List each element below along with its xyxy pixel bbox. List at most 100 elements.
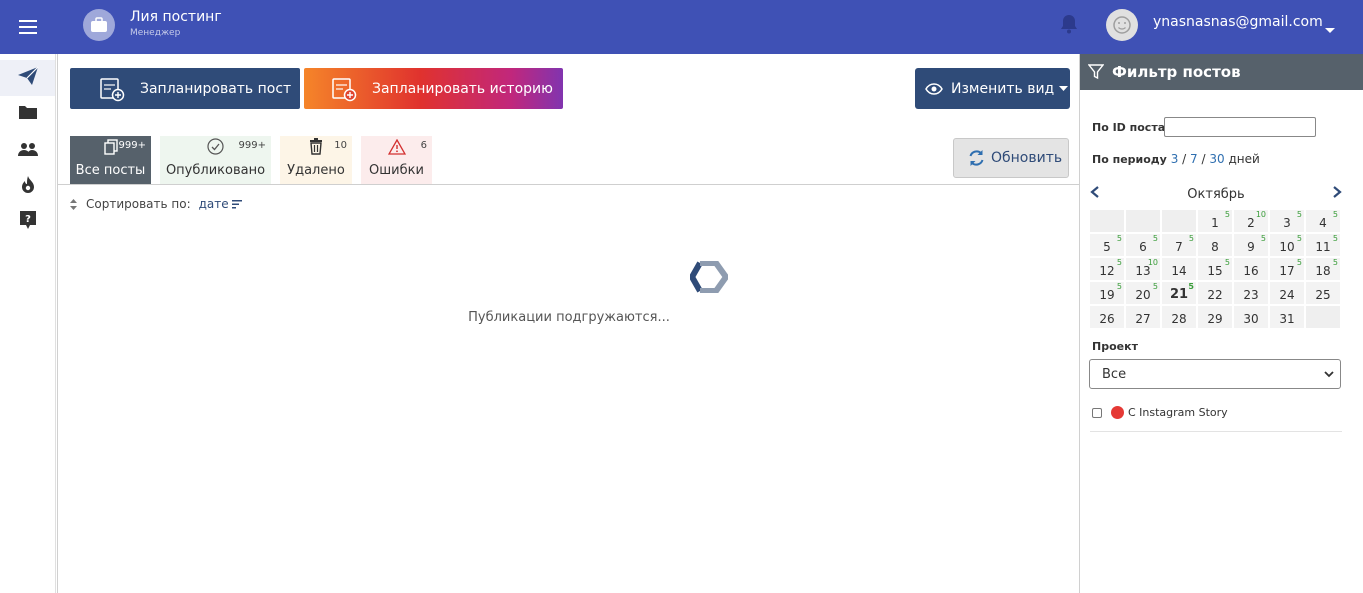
calendar-day[interactable]: 13 10 [1126, 258, 1160, 280]
calendar-day-number: 14 [1171, 264, 1187, 278]
calendar-day-number: 18 [1315, 264, 1331, 278]
calendar-day[interactable]: 30 [1234, 306, 1268, 328]
calendar-day[interactable]: 22 [1198, 282, 1232, 304]
calendar-day[interactable]: 12 5 [1090, 258, 1124, 280]
calendar-day[interactable]: 15 5 [1198, 258, 1232, 280]
sidebar-item-users[interactable] [0, 132, 55, 168]
calendar-day[interactable]: 65 [1126, 234, 1160, 256]
calendar-day[interactable]: 11 5 [1306, 234, 1340, 256]
refresh-button[interactable]: Обновить [953, 138, 1069, 178]
tab-errors[interactable]: 6 Ошибки [361, 136, 432, 184]
calendar-day[interactable]: 24 [1270, 282, 1304, 304]
eye-icon [925, 82, 943, 95]
tab-deleted[interactable]: 10 Удалено [280, 136, 352, 184]
menu-icon[interactable] [0, 0, 55, 54]
calendar-day[interactable]: 27 [1126, 306, 1160, 328]
send-icon [17, 66, 39, 90]
folder-icon [18, 104, 38, 124]
calendar-day[interactable]: 2 10 [1234, 210, 1268, 232]
calendar-day[interactable]: 31 [1270, 306, 1304, 328]
calendar-day[interactable]: 14 [1162, 258, 1196, 280]
user-role: Менеджер [130, 28, 181, 38]
calendar-day[interactable]: 17 5 [1270, 258, 1304, 280]
check-circle-icon [207, 138, 224, 159]
refresh-icon [968, 149, 985, 167]
calendar-day[interactable]: 45 [1306, 210, 1340, 232]
change-view-label: Изменить вид [951, 80, 1055, 97]
calendar-day-number: 8 [1211, 240, 1219, 254]
avatar[interactable] [1106, 9, 1138, 41]
period-3-link[interactable]: 3 [1171, 152, 1179, 166]
plan-post-button[interactable]: Запланировать пост [70, 68, 300, 109]
calendar-day[interactable]: 16 [1234, 258, 1268, 280]
calendar-day[interactable]: 95 [1234, 234, 1268, 256]
warning-icon [387, 138, 406, 159]
divider [58, 184, 1080, 185]
calendar-day-number: 12 [1099, 264, 1115, 278]
period-unit: дней [1228, 152, 1260, 166]
chevron-down-icon [1324, 367, 1334, 382]
project-selected-value: Все [1102, 366, 1127, 382]
calendar-day[interactable]: 23 [1234, 282, 1268, 304]
calendar-add-icon [92, 76, 132, 102]
calendar-day-number: 22 [1207, 288, 1223, 302]
calendar-day[interactable]: 35 [1270, 210, 1304, 232]
filter-header: Фильтр постов [1080, 54, 1363, 90]
sidebar-item-trending[interactable] [0, 168, 55, 204]
chevron-left-icon[interactable] [1090, 186, 1100, 202]
calendar-day-number: 21 [1169, 287, 1189, 302]
calendar-day[interactable]: 8 [1198, 234, 1232, 256]
sidebar-item-projects[interactable] [0, 96, 55, 132]
calendar-day[interactable]: 25 [1306, 282, 1340, 304]
calendar-post-count: 5 [1152, 282, 1158, 291]
calendar-day[interactable]: 26 [1090, 306, 1124, 328]
chevron-down-icon[interactable] [1324, 20, 1336, 39]
calendar-day-number: 6 [1139, 240, 1147, 254]
calendar-day-number: 26 [1099, 312, 1115, 326]
bell-icon[interactable] [1060, 14, 1078, 38]
calendar-empty-cell [1162, 210, 1196, 232]
calendar-day[interactable]: 75 [1162, 234, 1196, 256]
calendar-day[interactable]: 19 5 [1090, 282, 1124, 304]
calendar-day[interactable]: 15 [1198, 210, 1232, 232]
period-7-link[interactable]: 7 [1190, 152, 1198, 166]
trash-icon [309, 138, 323, 159]
calendar-header: Октябрь [1090, 186, 1342, 202]
calendar-day[interactable]: 55 [1090, 234, 1124, 256]
divider [1090, 431, 1342, 432]
calendar-day-number: 10 [1279, 240, 1295, 254]
calendar-day-number: 25 [1315, 288, 1331, 302]
calendar-post-count: 5 [1296, 210, 1302, 219]
project-select[interactable]: Все [1089, 359, 1341, 389]
calendar-day-number: 24 [1279, 288, 1295, 302]
sidebar-item-help[interactable]: ? [0, 204, 55, 240]
plan-post-label: Запланировать пост [140, 80, 292, 97]
calendar-post-count: 5 [1152, 234, 1158, 243]
chevron-right-icon[interactable] [1332, 186, 1342, 202]
calendar-day[interactable]: 18 5 [1306, 258, 1340, 280]
post-id-input[interactable] [1164, 117, 1316, 137]
calendar-day[interactable]: 10 5 [1270, 234, 1304, 256]
instagram-story-checkbox[interactable] [1092, 407, 1102, 418]
copy-icon [103, 139, 118, 159]
instagram-story-filter: С Instagram Story [1092, 406, 1228, 419]
sort-icon [70, 198, 77, 210]
sort-field-link[interactable]: дате [199, 197, 229, 211]
calendar-day[interactable]: 28 [1162, 306, 1196, 328]
plan-story-button[interactable]: Запланировать историю [304, 68, 563, 109]
calendar-day-number: 16 [1243, 264, 1259, 278]
tab-published[interactable]: 999+ Опубликовано [160, 136, 271, 184]
user-email[interactable]: ynasnasnas@gmail.com [1153, 14, 1323, 30]
sidebar-item-posts[interactable] [0, 60, 55, 96]
change-view-button[interactable]: Изменить вид [915, 68, 1070, 109]
tab-all-posts[interactable]: 999+ Все посты [70, 136, 151, 184]
calendar-day[interactable]: 29 [1198, 306, 1232, 328]
calendar-day[interactable]: 20 5 [1126, 282, 1160, 304]
sort-lines-icon[interactable] [231, 199, 242, 209]
calendar-day[interactable]: 21 5 [1162, 282, 1196, 304]
sort-control: Сортировать по: дате [70, 197, 242, 211]
calendar-day-number: 17 [1279, 264, 1295, 278]
period-sep: / [1182, 152, 1187, 166]
refresh-label: Обновить [991, 150, 1063, 166]
period-30-link[interactable]: 30 [1209, 152, 1224, 166]
